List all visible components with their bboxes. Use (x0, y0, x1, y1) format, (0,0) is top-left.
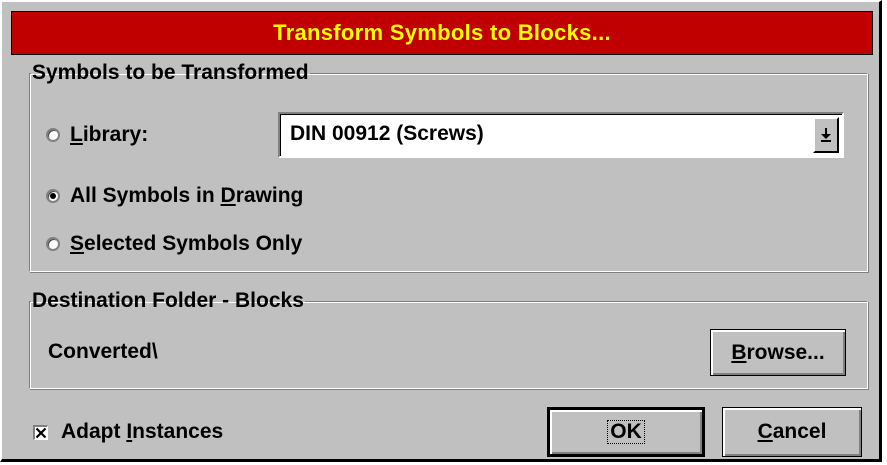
dropdown-button[interactable] (813, 117, 839, 153)
destination-group-legend: Destination Folder - Blocks (32, 289, 304, 312)
destination-path: Converted\ (48, 340, 158, 363)
radio-selected-symbols-label: Selected Symbols Only (70, 232, 303, 255)
radio-all-symbols-button[interactable] (46, 189, 60, 203)
browse-button-label: Browse... (731, 340, 825, 364)
dialog-title: Transform Symbols to Blocks... (273, 20, 611, 45)
radio-all-symbols-label: All Symbols in Drawing (70, 184, 304, 207)
radio-library-button[interactable] (46, 128, 60, 142)
adapt-instances-checkbox[interactable] (33, 424, 48, 440)
cancel-button-label: Cancel (757, 420, 827, 443)
browse-button[interactable]: Browse... (710, 329, 846, 376)
checkmark-x-icon (35, 427, 47, 438)
dialog-title-bar[interactable]: Transform Symbols to Blocks... (11, 11, 873, 55)
radio-selected-symbols-button[interactable] (46, 237, 60, 251)
symbols-group-legend: Symbols to be Transformed (32, 61, 309, 84)
arrow-down-icon (821, 128, 831, 142)
ok-button-label: OK (607, 420, 645, 444)
radio-library-label: Library: (70, 123, 149, 146)
radio-selected-symbols[interactable]: Selected Symbols Only (46, 229, 302, 259)
cancel-button[interactable]: Cancel (722, 407, 862, 457)
adapt-instances-checkbox-row[interactable]: Adapt Instances (33, 420, 223, 444)
library-select[interactable]: DIN 00912 (Screws) (278, 112, 844, 158)
adapt-instances-label: Adapt Instances (61, 420, 224, 443)
radio-library[interactable]: Library: (46, 120, 148, 150)
radio-all-symbols[interactable]: All Symbols in Drawing (46, 181, 303, 211)
ok-button[interactable]: OK (547, 407, 705, 457)
library-select-value: DIN 00912 (Screws) (290, 122, 484, 145)
transform-dialog: Transform Symbols to Blocks... Symbols t… (0, 0, 882, 462)
